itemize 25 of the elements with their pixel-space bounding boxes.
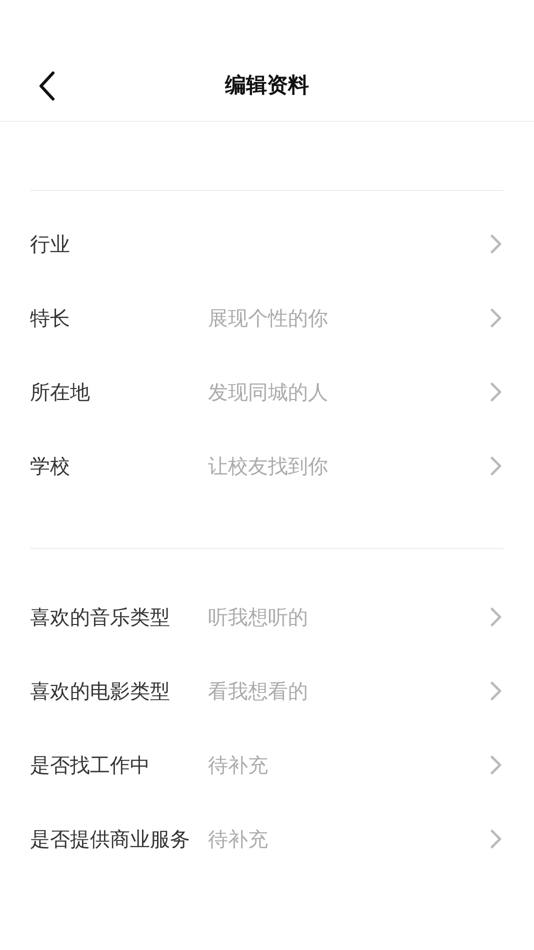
field-label: 喜欢的电影类型 xyxy=(30,678,171,705)
chevron-right-icon xyxy=(490,755,502,775)
field-label: 是否提供商业服务 xyxy=(30,826,191,853)
chevron-right-icon xyxy=(490,607,502,627)
back-icon xyxy=(38,70,56,102)
chevron-right-icon xyxy=(490,456,502,476)
field-hint: 让校友找到你 xyxy=(208,453,329,480)
field-hint: 展现个性的你 xyxy=(208,305,329,332)
chevron-right-icon xyxy=(490,234,502,254)
chevron-right-icon xyxy=(490,308,502,328)
page-title: 编辑资料 xyxy=(225,72,309,98)
chevron-right-icon xyxy=(490,382,502,402)
field-hint: 看我想看的 xyxy=(208,678,309,705)
field-hint: 待补充 xyxy=(208,752,269,779)
field-label: 是否找工作中 xyxy=(30,752,151,779)
field-label: 特长 xyxy=(30,305,71,332)
chevron-right-icon xyxy=(490,681,502,701)
field-hint: 待补充 xyxy=(208,826,269,853)
field-hint: 发现同城的人 xyxy=(208,379,329,406)
chevron-right-icon xyxy=(490,829,502,849)
field-label: 行业 xyxy=(30,231,71,258)
field-label: 所在地 xyxy=(30,379,91,406)
field-label: 学校 xyxy=(30,453,71,480)
field-hint: 听我想听的 xyxy=(208,604,309,631)
field-label: 喜欢的音乐类型 xyxy=(30,604,171,631)
